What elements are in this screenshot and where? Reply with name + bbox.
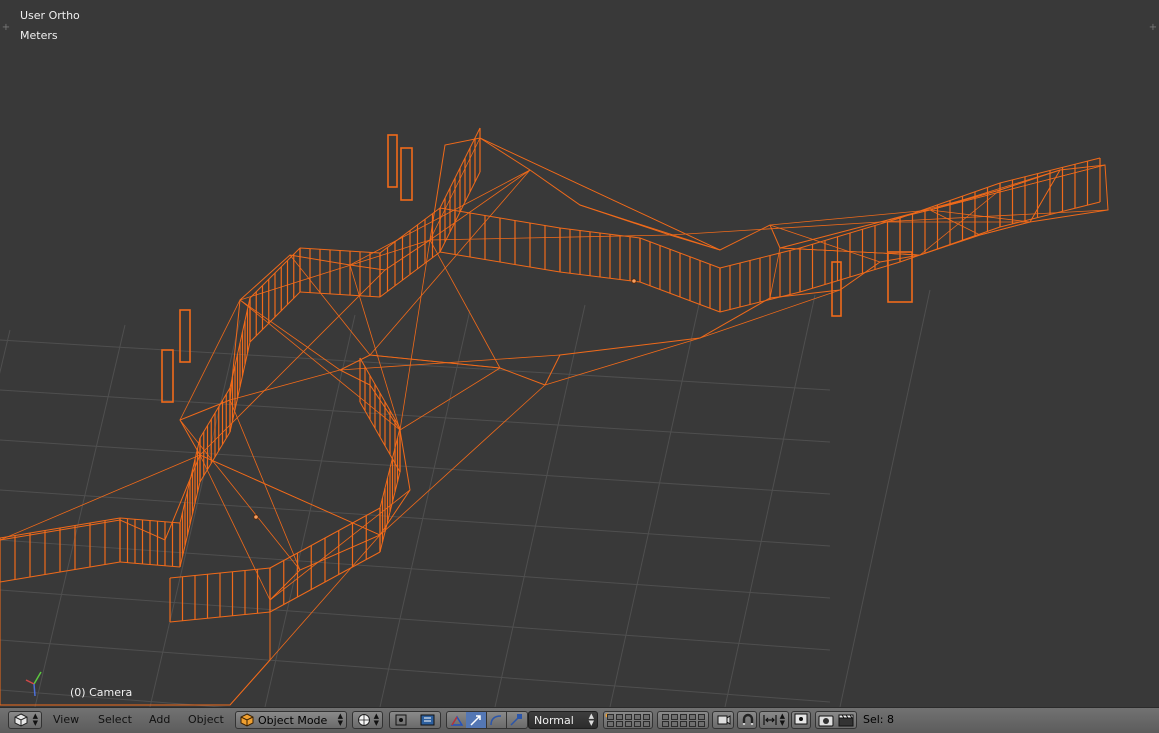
layer-cell[interactable] [662,714,669,720]
mode-select[interactable]: Object Mode ▲ ▼ [235,711,347,729]
pivot-point-icon [395,714,407,726]
layer-cell[interactable] [625,714,632,720]
manipulator-toggle-button[interactable] [447,712,467,728]
layer-cell[interactable] [616,721,623,727]
layer-cell[interactable] [643,721,650,727]
rotate-icon [490,715,502,726]
pivot-snap-group[interactable] [389,711,441,729]
layers-group-2[interactable] [657,711,709,729]
object-origin-1[interactable] [631,278,637,284]
layer-cell[interactable] [671,721,678,727]
orientation-select[interactable]: Normal ▲ ▼ [528,711,598,729]
pivot-align-icon [420,714,435,726]
clapboard-icon [838,714,854,727]
translate-icon [470,715,481,726]
layer-cell[interactable] [680,714,687,720]
layer-cell[interactable] [634,721,641,727]
selection-status: Sel: 8 [863,713,895,726]
snap-toggle-button[interactable] [737,711,757,729]
snap-element-icon [763,715,777,725]
lock-camera-icon [717,715,731,725]
region-toggle-left-icon[interactable]: + [1,23,11,33]
render-camera-icon [818,715,834,727]
floor-grid [0,289,931,707]
layer-cell[interactable] [662,721,669,727]
layer-cell[interactable] [689,721,696,727]
sphere-shading-icon [358,714,370,726]
menu-select[interactable]: Select [98,711,132,729]
mode-label: Object Mode [258,714,328,727]
region-toggle-right-icon[interactable]: + [1148,23,1158,33]
orientation-label: Normal [534,714,574,727]
scene-canvas[interactable] [0,0,1159,707]
menu-object[interactable]: Object [188,711,224,729]
cube-icon [14,713,28,727]
layer-cell[interactable] [625,721,632,727]
viewport-header: ▲ ▼ View Select Add Object Object Mode ▲ ▼… [0,707,1159,733]
layer-cell[interactable] [643,714,650,720]
layer-cell[interactable] [698,714,705,720]
layer-cell[interactable] [689,714,696,720]
layer-cell[interactable] [671,714,678,720]
editor-type-button[interactable]: ▲ ▼ [8,711,42,729]
layer-cell[interactable] [634,714,641,720]
layers-group-1[interactable] [603,711,653,729]
3d-viewport[interactable]: User Ortho Meters (0) Camera + + [0,0,1159,707]
units-label: Meters [20,29,58,42]
layer-cell[interactable] [607,721,614,727]
selected-mesh-wireframe[interactable] [0,127,1109,706]
snap-element-select[interactable]: ▲ ▼ [759,711,789,729]
render-buttons-group[interactable] [815,711,857,729]
magnet-icon [742,713,754,725]
object-cube-icon [240,713,254,727]
viewport-shading-select[interactable]: ▲ ▼ [352,711,383,729]
manipulator-group[interactable] [446,711,528,729]
menu-add[interactable]: Add [149,711,170,729]
lock-camera-button[interactable] [712,711,734,729]
layer-cell[interactable] [607,714,614,720]
object-origin-2[interactable] [253,514,259,520]
active-object-label: (0) Camera [70,686,133,699]
scale-button[interactable] [506,712,528,728]
scale-icon [510,714,522,726]
view-name-label: User Ortho [20,9,80,22]
proportional-edit-icon [794,713,808,725]
manipulator-toggle-icon [450,715,464,726]
proportional-edit-button[interactable] [791,711,811,729]
layer-cell[interactable] [698,721,705,727]
translate-button[interactable] [466,712,487,728]
rotate-button[interactable] [486,712,507,728]
layer-cell[interactable] [680,721,687,727]
layer-cell[interactable] [616,714,623,720]
menu-view[interactable]: View [53,711,79,729]
